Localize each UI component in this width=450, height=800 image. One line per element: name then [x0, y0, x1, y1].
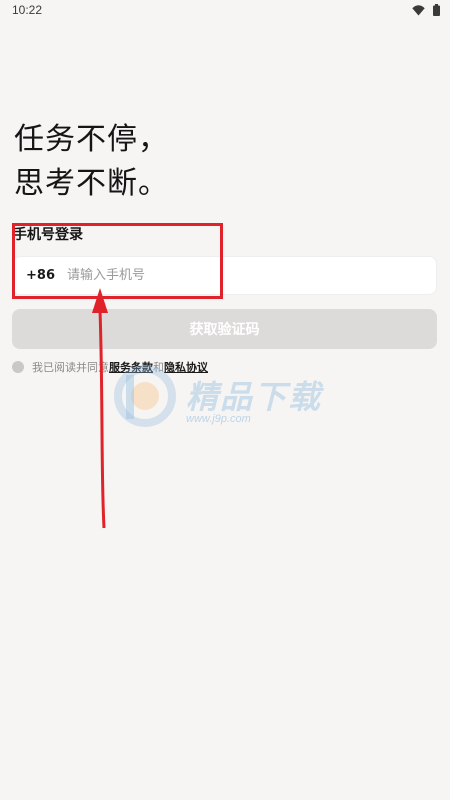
wifi-icon: [412, 4, 425, 16]
privacy-policy-link[interactable]: 隐私协议: [164, 359, 208, 375]
watermark-title: 精品下载: [186, 378, 323, 416]
service-terms-link[interactable]: 服务条款: [109, 359, 153, 375]
agreement-and: 和: [153, 361, 164, 374]
status-time: 10:22: [12, 3, 43, 17]
status-icons: [412, 4, 440, 16]
annotation-highlight-box: [12, 223, 223, 299]
slogan-line-1: 任务不停，: [14, 122, 169, 157]
get-code-button[interactable]: 获取验证码: [12, 309, 437, 349]
status-bar: 10:22: [0, 0, 450, 22]
battery-icon: [433, 4, 440, 16]
agree-checkbox[interactable]: [12, 361, 24, 373]
agreement-prefix: 我已阅读并同意: [32, 361, 109, 374]
slogan: 任务不停， 思考不断。: [14, 118, 169, 206]
watermark-url: www.j9p.com: [186, 413, 251, 425]
agreement: 我已阅读并同意 服务条款 和 隐私协议: [12, 359, 208, 375]
slogan-line-2: 思考不断。: [14, 166, 169, 201]
